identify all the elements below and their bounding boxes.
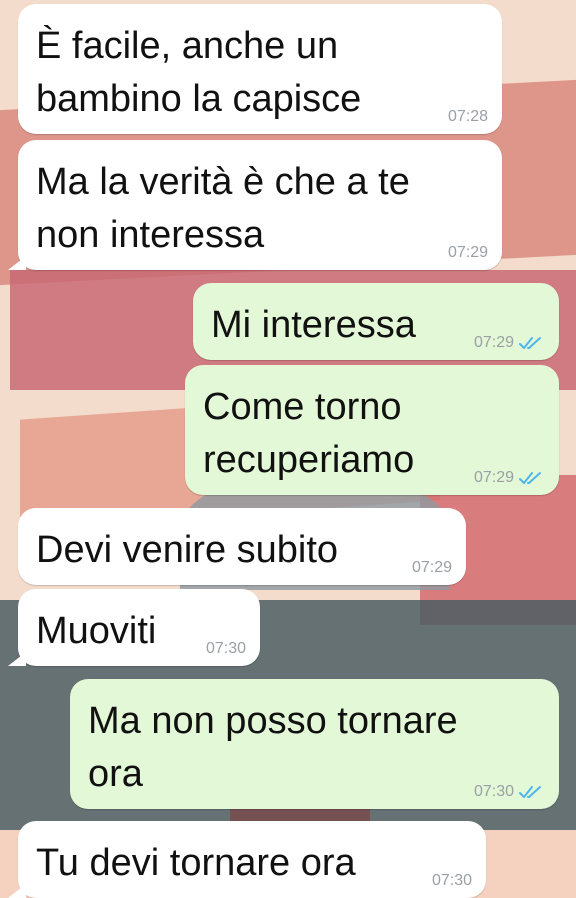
message-meta: 07:29 <box>448 244 488 262</box>
message-timestamp: 07:30 <box>473 783 514 800</box>
message-line: Come torno <box>203 386 402 428</box>
double-check-icon <box>519 786 541 798</box>
message-line: Ma non posso tornare <box>88 700 458 742</box>
message-incoming[interactable]: Tu devi tornare ora 07:30 <box>8 821 486 898</box>
message-text: Ma la verità è che a te non interessa <box>36 156 484 262</box>
message-line: bambino la capisce <box>36 78 362 120</box>
message-meta: 07:28 <box>448 108 488 126</box>
message-timestamp: 07:29 <box>473 334 514 351</box>
message-outgoing[interactable]: Ma non posso tornare ora 07:30 <box>70 679 559 809</box>
message-timestamp: 07:29 <box>447 244 488 261</box>
message-incoming[interactable]: Ma la verità è che a te non interessa 07… <box>8 140 502 270</box>
message-line: È facile, anche un <box>36 25 339 67</box>
message-meta: 07:29 <box>474 469 545 487</box>
message-outgoing[interactable]: Mi interessa 07:29 <box>193 283 559 360</box>
message-line: Ma la verità è che a te <box>36 161 410 203</box>
double-check-icon <box>519 337 541 349</box>
message-text: Devi venire subito <box>36 524 448 577</box>
message-line: Tu devi tornare ora <box>36 842 356 884</box>
message-timestamp: 07:29 <box>411 559 452 576</box>
double-check-icon <box>519 472 541 484</box>
message-meta: 07:30 <box>432 872 472 890</box>
message-line: Devi venire subito <box>36 529 339 571</box>
message-timestamp: 07:30 <box>431 872 472 889</box>
message-text: È facile, anche un bambino la capisce <box>36 20 484 126</box>
message-timestamp: 07:29 <box>473 469 514 486</box>
message-line: non interessa <box>36 214 265 256</box>
message-incoming[interactable]: Muoviti 07:30 <box>8 589 260 666</box>
message-timestamp: 07:30 <box>205 640 246 657</box>
message-text: Tu devi tornare ora <box>36 837 468 890</box>
message-incoming[interactable]: Devi venire subito 07:29 <box>18 508 466 585</box>
message-timestamp: 07:28 <box>447 108 488 125</box>
message-meta: 07:29 <box>474 334 545 352</box>
message-meta: 07:29 <box>412 559 452 577</box>
message-outgoing[interactable]: Come torno recuperiamo 07:29 <box>185 365 559 495</box>
message-meta: 07:30 <box>206 640 246 658</box>
message-incoming[interactable]: È facile, anche un bambino la capisce 07… <box>18 4 502 134</box>
message-meta: 07:30 <box>474 783 545 801</box>
